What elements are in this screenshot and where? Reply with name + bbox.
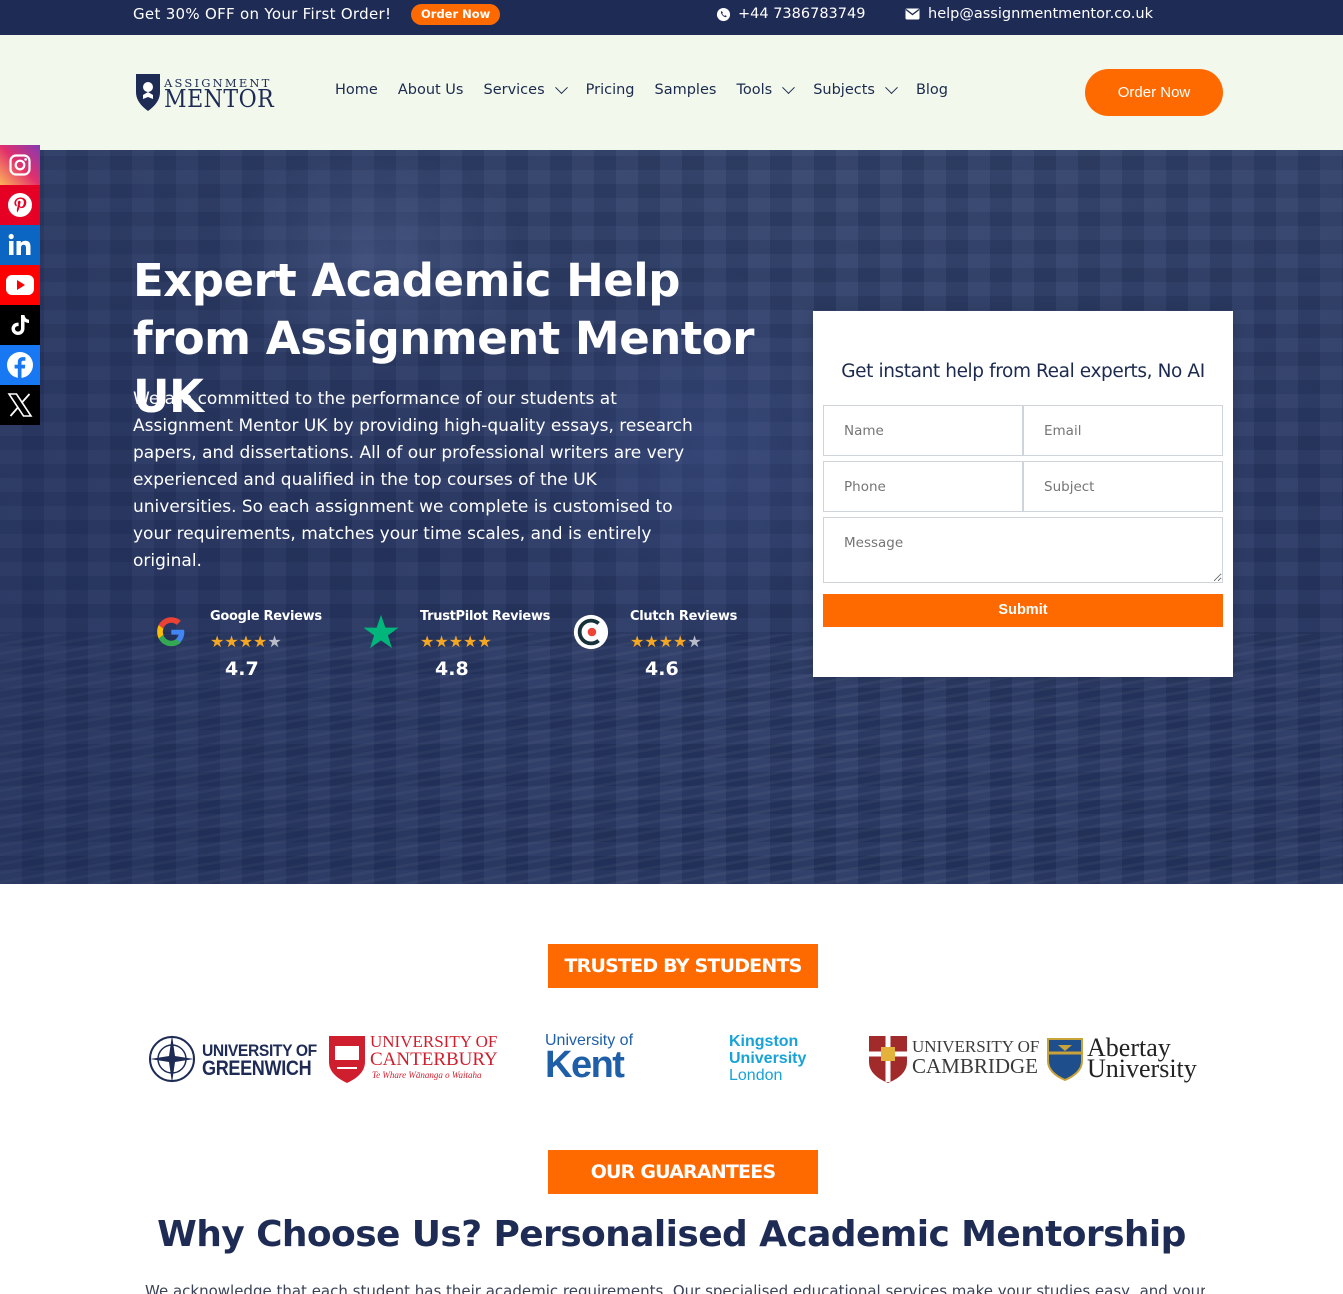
- x-link[interactable]: [0, 385, 40, 425]
- facebook-link[interactable]: [0, 345, 40, 385]
- phone-input[interactable]: [823, 461, 1023, 512]
- nav-samples-label: Samples: [654, 82, 717, 98]
- university-kingston-logo: Kingston University London: [729, 1033, 829, 1089]
- hero-description: We are committed to the performance of o…: [133, 389, 693, 571]
- greenwich-line2: GREENWICH: [202, 1057, 312, 1080]
- abertay-line2: University: [1087, 1054, 1197, 1083]
- order-now-button[interactable]: Order Now: [1085, 69, 1223, 116]
- message-textarea[interactable]: [823, 517, 1223, 583]
- site-header: ASSIGNMENT MENTOR Home About Us Services…: [0, 35, 1343, 150]
- kingston-line1: Kingston: [729, 1033, 799, 1050]
- university-abertay-logo: Abertay University: [1046, 1033, 1226, 1086]
- cambridge-line2: CAMBRIDGE: [912, 1054, 1039, 1078]
- chevron-down-icon: [885, 80, 898, 94]
- why-choose-us-heading: Why Choose Us? Personalised Academic Men…: [157, 1214, 1186, 1255]
- instagram-link[interactable]: [0, 145, 40, 185]
- clutch-score: 4.6: [645, 658, 679, 680]
- site-logo[interactable]: ASSIGNMENT MENTOR: [134, 70, 274, 114]
- social-rail: [0, 145, 40, 425]
- canterbury-line3: Te Whare Wānanga o Waitaha: [372, 1070, 482, 1080]
- guarantees-badge: OUR GUARANTEES: [548, 1150, 818, 1194]
- linkedin-link[interactable]: [0, 225, 40, 265]
- trustpilot-review-label: TrustPilot Reviews: [420, 609, 551, 624]
- pinterest-link[interactable]: [0, 185, 40, 225]
- trustpilot-score: 4.8: [435, 658, 469, 680]
- clutch-icon: [573, 614, 609, 650]
- email-input[interactable]: [1023, 405, 1223, 456]
- email-address: help@assignmentmentor.co.uk: [928, 6, 1153, 22]
- university-greenwich-logo: UNIVERSITY OF GREENWICH: [148, 1032, 323, 1086]
- promo-order-button[interactable]: Order Now: [411, 4, 501, 25]
- nav-subjects-label: Subjects: [813, 82, 875, 98]
- name-input[interactable]: [823, 405, 1023, 456]
- top-bar: Get 30% OFF on Your First Order! Order N…: [0, 0, 1343, 35]
- nav-about-us[interactable]: About Us: [398, 82, 464, 98]
- tiktok-icon: [11, 315, 29, 335]
- nav-tools-label: Tools: [736, 82, 773, 98]
- envelope-icon: [905, 8, 920, 20]
- whatsapp-icon: [716, 7, 731, 21]
- greenwich-crest-icon: [149, 1035, 195, 1083]
- chevron-down-icon: [554, 80, 568, 94]
- main-nav: Home About Us Services Pricing Samples T…: [335, 80, 948, 98]
- canterbury-line2: CANTERBURY: [370, 1049, 498, 1070]
- nav-blog[interactable]: Blog: [916, 82, 948, 98]
- abertay-crest-icon: [1047, 1038, 1083, 1081]
- youtube-icon: [6, 275, 34, 295]
- promo-text: Get 30% OFF on Your First Order!: [133, 5, 392, 23]
- nav-home-label: Home: [335, 82, 378, 98]
- clutch-review-label: Clutch Reviews: [630, 609, 738, 624]
- linkedin-icon: [8, 233, 31, 255]
- hero-section: Expert Academic Help from Assignment Men…: [0, 150, 1343, 884]
- quick-help-form: Get instant help from Real experts, No A…: [813, 311, 1233, 677]
- phone-link[interactable]: +44 7386783749: [716, 6, 865, 22]
- logo-shield-icon: [136, 74, 160, 111]
- nav-home[interactable]: Home: [335, 82, 378, 98]
- subject-input[interactable]: [1023, 461, 1223, 512]
- trustpilot-stars: ★★★★★: [420, 632, 492, 651]
- review-ratings: Google Reviews ★★★★★ 4.7 TrustPilot Revi…: [140, 595, 770, 690]
- trustpilot-icon: [363, 614, 399, 649]
- kingston-line3: London: [729, 1067, 783, 1084]
- google-review-label: Google Reviews: [210, 609, 322, 624]
- nav-subjects[interactable]: Subjects: [813, 80, 898, 98]
- nav-blog-label: Blog: [915, 82, 949, 98]
- canterbury-crest-icon: [329, 1036, 365, 1083]
- clutch-review[interactable]: Clutch Reviews ★★★★★ 4.6: [560, 595, 770, 690]
- submit-button[interactable]: Submit: [823, 594, 1223, 627]
- nav-pricing[interactable]: Pricing: [586, 82, 635, 98]
- pinterest-icon: [8, 193, 32, 217]
- kent-line2: Kent: [545, 1044, 625, 1086]
- tiktok-link[interactable]: [0, 305, 40, 345]
- facebook-icon: [7, 352, 33, 378]
- email-link[interactable]: help@assignmentmentor.co.uk: [905, 6, 1153, 22]
- university-cambridge-logo: UNIVERSITY OF CAMBRIDGE: [867, 1034, 1042, 1086]
- instagram-icon: [9, 154, 31, 176]
- clutch-stars: ★★★★★: [630, 632, 702, 651]
- nav-samples[interactable]: Samples: [655, 82, 717, 98]
- why-choose-us-intro: We acknowledge that each student has the…: [145, 1282, 1205, 1294]
- kingston-line2: University: [729, 1050, 807, 1067]
- nav-services[interactable]: Services: [483, 80, 568, 98]
- google-stars: ★★★★★: [210, 632, 282, 651]
- google-review[interactable]: Google Reviews ★★★★★ 4.7: [140, 595, 350, 690]
- form-title: Get instant help from Real experts, No A…: [841, 361, 1205, 382]
- phone-number: +44 7386783749: [738, 6, 866, 22]
- university-canterbury-logo: UNIVERSITY OF CANTERBURY Te Whare Wānang…: [327, 1032, 502, 1086]
- chevron-down-icon: [782, 80, 796, 94]
- trusted-badge: TRUSTED BY STUDENTS OF: [548, 944, 818, 1021]
- nav-tools[interactable]: Tools: [736, 80, 796, 98]
- nav-pricing-label: Pricing: [585, 82, 635, 98]
- google-score: 4.7: [225, 658, 259, 680]
- x-icon: [7, 393, 33, 417]
- trustpilot-review[interactable]: TrustPilot Reviews ★★★★★ 4.8: [350, 595, 560, 690]
- youtube-link[interactable]: [0, 265, 40, 305]
- nav-about-label: About Us: [397, 82, 464, 98]
- cambridge-crest-icon: [869, 1036, 907, 1083]
- logo-text-bottom: MENTOR: [164, 85, 275, 113]
- google-icon: [157, 617, 185, 647]
- nav-services-label: Services: [483, 82, 545, 98]
- university-kent-logo: University of Kent: [545, 1032, 655, 1088]
